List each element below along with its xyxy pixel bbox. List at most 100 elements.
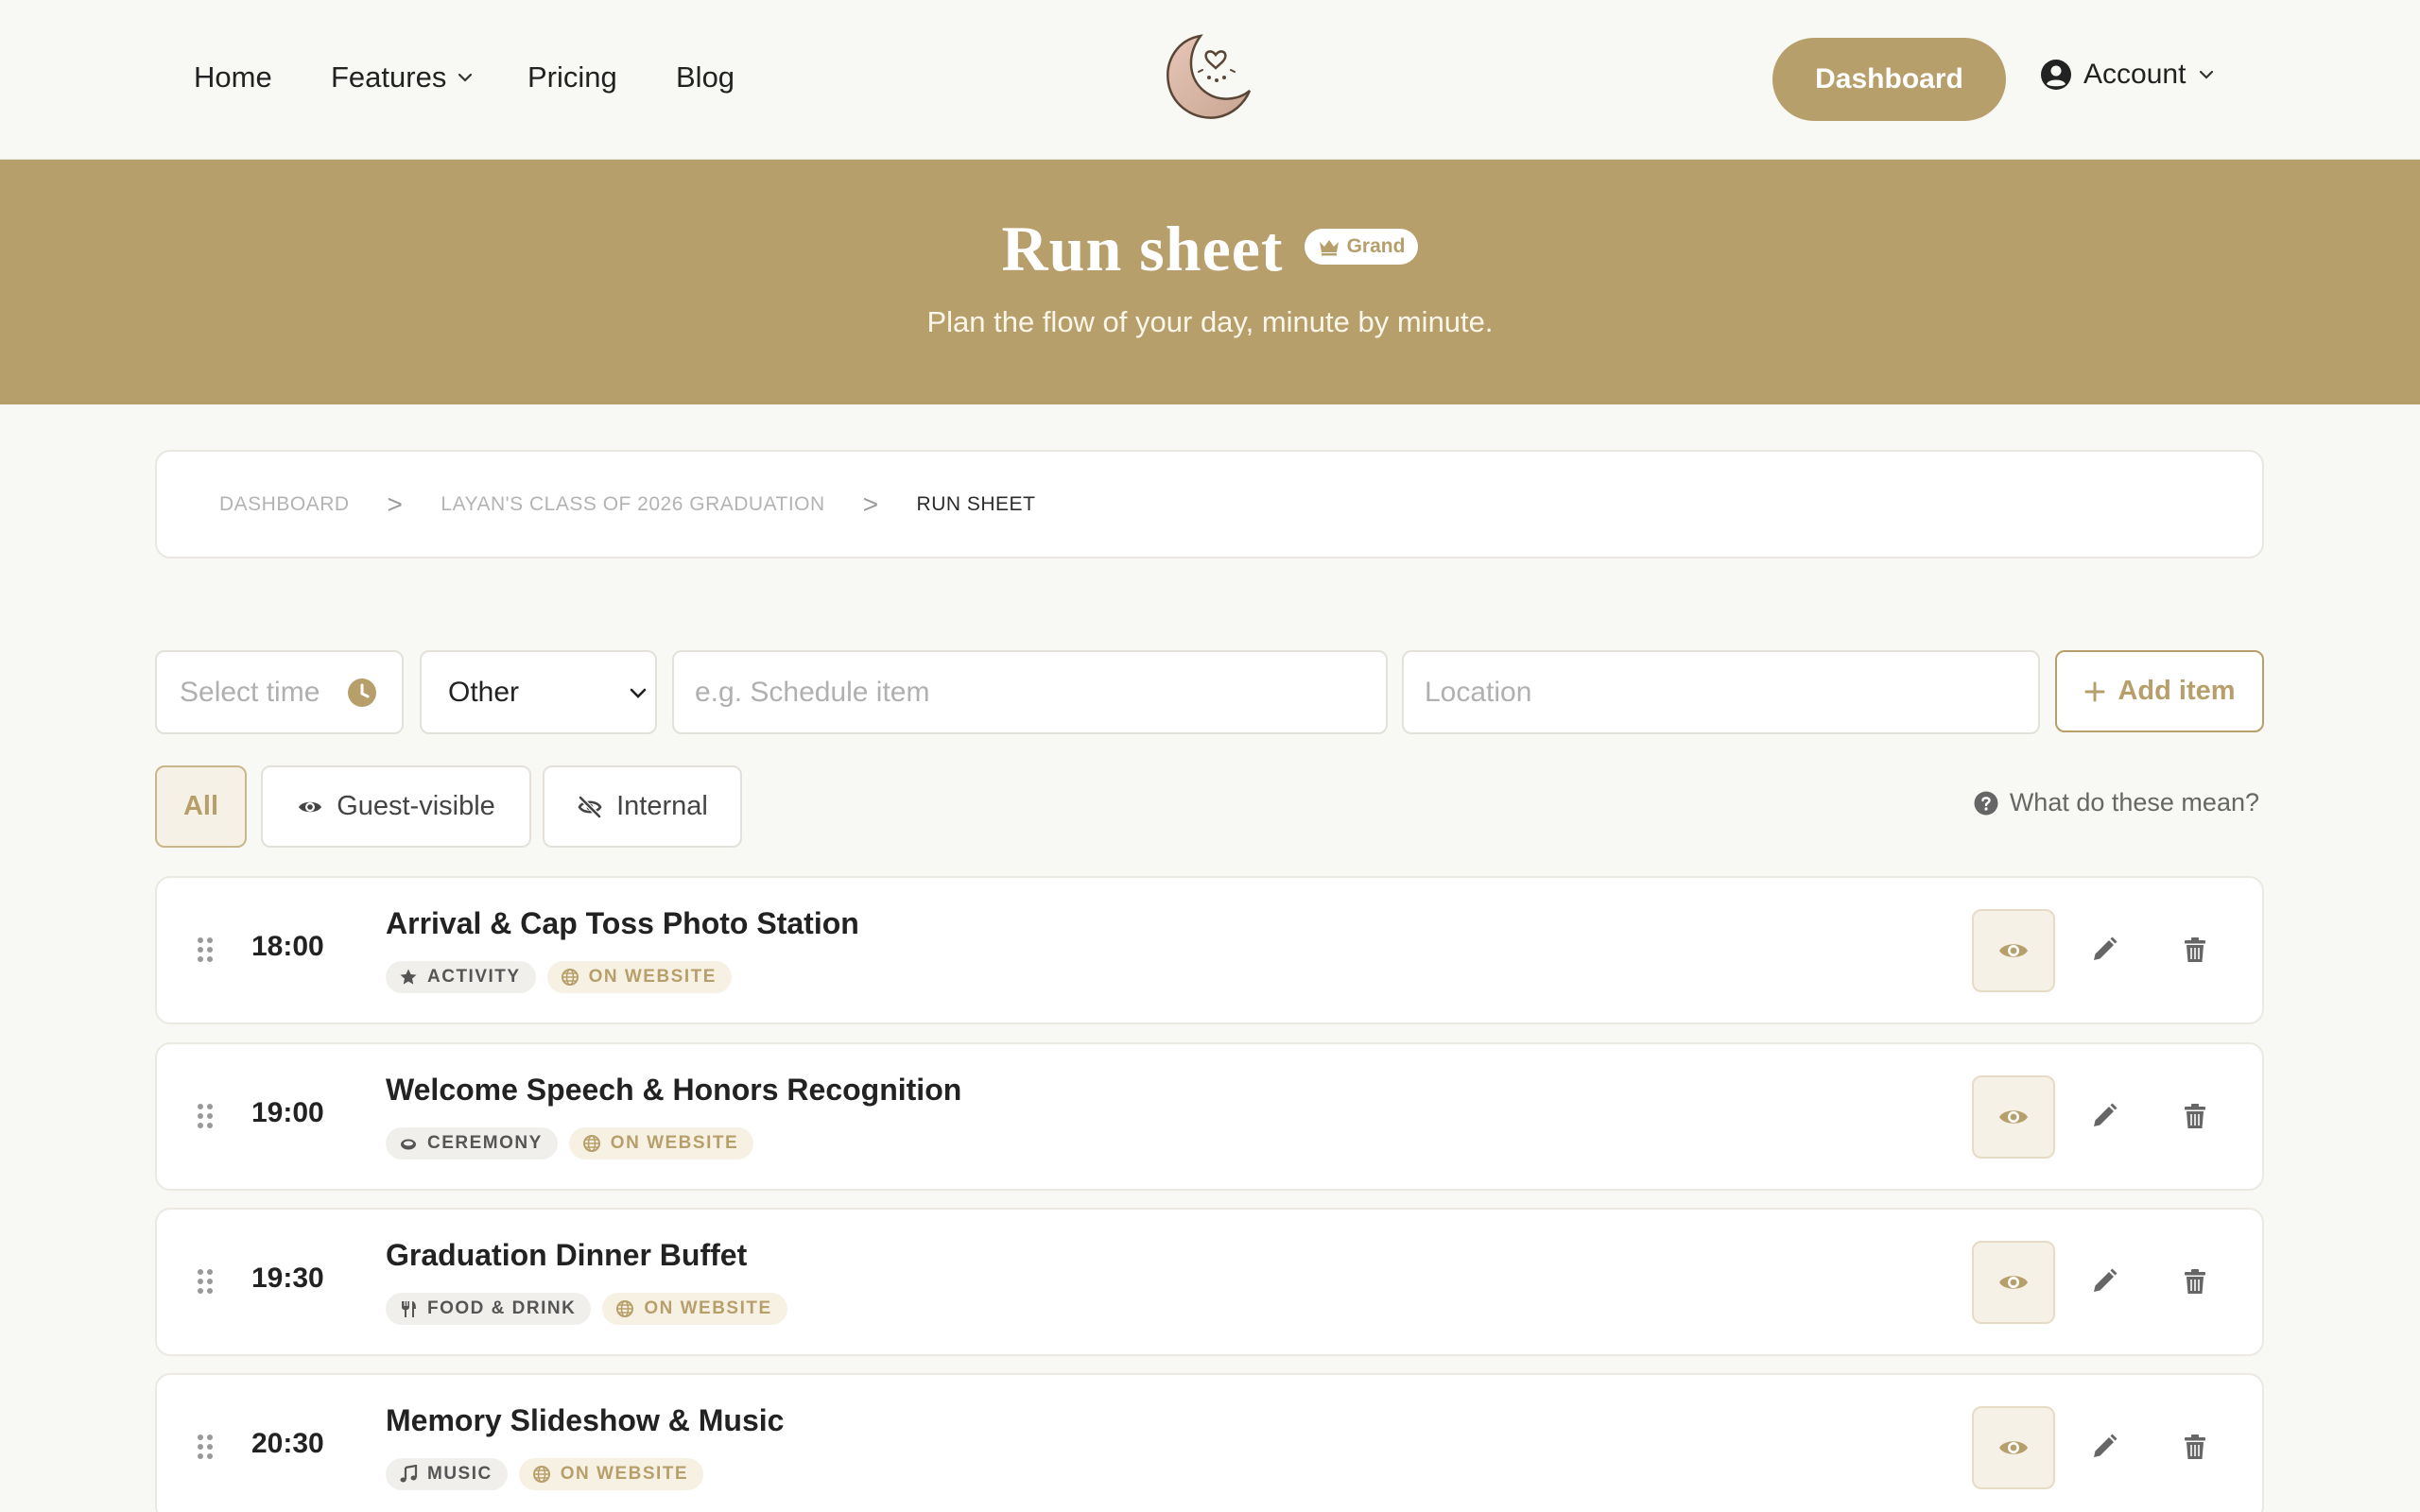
category-tag: FOOD & DRINK — [386, 1293, 592, 1325]
chevron-down-icon — [2200, 70, 2214, 79]
toggle-visibility-button[interactable] — [1972, 1406, 2055, 1489]
filter-guest-visible-button[interactable]: Guest-visible — [261, 765, 531, 848]
breadcrumb: DASHBOARD > LAYAN'S CLASS OF 2026 GRADUA… — [155, 450, 2264, 558]
item-time: 19:30 — [251, 1263, 324, 1294]
category-label: FOOD & DRINK — [427, 1298, 577, 1318]
drag-handle-icon[interactable] — [197, 1268, 214, 1295]
visibility-label: ON WEBSITE — [610, 1133, 739, 1153]
edit-item-button[interactable] — [2070, 1082, 2138, 1150]
question-circle-icon — [1974, 791, 1998, 815]
page-title: Run sheet — [1001, 213, 1284, 284]
breadcrumb-dashboard[interactable]: DASHBOARD — [219, 493, 350, 516]
visibility-tag: ON WEBSITE — [602, 1293, 787, 1325]
globe-icon — [561, 969, 579, 986]
trash-icon — [2185, 1104, 2205, 1128]
globe-icon — [582, 1135, 600, 1152]
drag-handle-icon[interactable] — [197, 1103, 214, 1129]
toggle-visibility-button[interactable] — [1972, 909, 2055, 992]
nav-features-label: Features — [331, 60, 447, 94]
edit-item-button[interactable] — [2070, 1413, 2138, 1481]
eye-icon — [1999, 1110, 2028, 1124]
clock-icon — [348, 678, 376, 707]
drag-handle-icon[interactable] — [197, 936, 214, 963]
account-menu[interactable]: Account — [2040, 59, 2216, 91]
category-tag: ACTIVITY — [386, 961, 536, 993]
nav-blog-link[interactable]: Blog — [676, 57, 735, 98]
item-time: 20:30 — [251, 1428, 324, 1459]
user-circle-icon — [2041, 60, 2071, 90]
pencil-icon — [2094, 1434, 2118, 1457]
breadcrumb-separator: > — [862, 489, 879, 519]
delete-item-button[interactable] — [2161, 1082, 2229, 1150]
chevron-down-icon — [458, 73, 473, 82]
run-sheet-item[interactable]: 18:00 Arrival & Cap Toss Photo Station A… — [155, 876, 2264, 1024]
item-time: 18:00 — [251, 931, 324, 962]
dashboard-button[interactable]: Dashboard — [1772, 38, 2006, 121]
pencil-icon — [2094, 1268, 2118, 1292]
edit-item-button[interactable] — [2070, 916, 2138, 984]
filter-all-button[interactable]: All — [155, 765, 247, 848]
visibility-label: ON WEBSITE — [588, 967, 717, 987]
location-input[interactable] — [1402, 650, 2040, 734]
eye-slash-icon — [578, 795, 602, 818]
delete-item-button[interactable] — [2161, 1413, 2229, 1481]
edit-item-button[interactable] — [2070, 1247, 2138, 1315]
delete-item-button[interactable] — [2161, 1247, 2229, 1315]
help-link[interactable]: What do these mean? — [1974, 788, 2259, 817]
plus-icon — [2084, 681, 2105, 701]
breadcrumb-event[interactable]: LAYAN'S CLASS OF 2026 GRADUATION — [441, 493, 824, 516]
nav-features-link[interactable]: Features — [331, 57, 475, 98]
visibility-label: ON WEBSITE — [560, 1464, 689, 1484]
item-tags: MUSIC ON WEBSITE — [386, 1458, 704, 1490]
category-select[interactable]: Other — [420, 650, 657, 734]
title-group: Run sheet Grand — [0, 211, 2420, 286]
item-tags: FOOD & DRINK ON WEBSITE — [386, 1293, 787, 1325]
globe-icon — [616, 1300, 634, 1317]
run-sheet-item[interactable]: 19:30 Graduation Dinner Buffet FOOD & DR… — [155, 1208, 2264, 1356]
toggle-visibility-button[interactable] — [1972, 1241, 2055, 1324]
toggle-visibility-button[interactable] — [1972, 1075, 2055, 1159]
visibility-tag: ON WEBSITE — [546, 961, 732, 993]
page-subtitle: Plan the flow of your day, minute by min… — [926, 305, 1494, 338]
help-label: What do these mean? — [2009, 788, 2259, 816]
item-name-input[interactable] — [672, 650, 1388, 734]
time-picker-field[interactable]: Select time — [155, 650, 404, 734]
eye-icon — [1999, 1276, 2028, 1289]
top-nav: Home Features Pricing Blog Dashboard Acc… — [0, 0, 2420, 160]
breadcrumb-current: RUN SHEET — [916, 492, 1036, 515]
category-label: MUSIC — [427, 1464, 493, 1484]
nav-pricing-link[interactable]: Pricing — [527, 57, 617, 98]
item-time: 19:00 — [251, 1097, 324, 1128]
music-icon — [400, 1465, 418, 1483]
delete-item-button[interactable] — [2161, 916, 2229, 984]
category-label: ACTIVITY — [427, 967, 521, 987]
item-title: Arrival & Cap Toss Photo Station — [386, 906, 859, 940]
category-tag: MUSIC — [386, 1458, 508, 1490]
visibility-tag: ON WEBSITE — [518, 1458, 704, 1490]
item-tags: CEREMONY ON WEBSITE — [386, 1127, 754, 1160]
moon-heart-logo-icon[interactable] — [1157, 28, 1257, 129]
plan-badge-label: Grand — [1346, 235, 1406, 257]
globe-icon — [532, 1466, 550, 1483]
add-item-label: Add item — [2118, 676, 2236, 706]
page-header-banner: Run sheet Grand Plan the flow of your da… — [0, 160, 2420, 404]
trash-icon — [2185, 937, 2205, 962]
filter-internal-button[interactable]: Internal — [543, 765, 742, 848]
nav-home-link[interactable]: Home — [194, 57, 272, 98]
item-tags: ACTIVITY ON WEBSITE — [386, 961, 732, 993]
pencil-icon — [2094, 1103, 2118, 1126]
account-label: Account — [2083, 59, 2187, 90]
crown-icon — [1319, 240, 1339, 256]
breadcrumb-separator: > — [387, 489, 404, 519]
run-sheet-item[interactable]: 20:30 Memory Slideshow & Music MUSIC ON … — [155, 1373, 2264, 1512]
utensils-icon — [402, 1301, 416, 1317]
time-placeholder: Select time — [180, 676, 320, 708]
add-item-button[interactable]: Add item — [2055, 650, 2264, 732]
drag-handle-icon[interactable] — [197, 1434, 214, 1460]
category-label: CEREMONY — [427, 1133, 543, 1153]
item-title: Graduation Dinner Buffet — [386, 1238, 748, 1272]
filter-internal-label: Internal — [616, 791, 708, 821]
run-sheet-item[interactable]: 19:00 Welcome Speech & Honors Recognitio… — [155, 1042, 2264, 1191]
visibility-tag: ON WEBSITE — [568, 1127, 754, 1160]
filter-guest-label: Guest-visible — [337, 791, 495, 821]
